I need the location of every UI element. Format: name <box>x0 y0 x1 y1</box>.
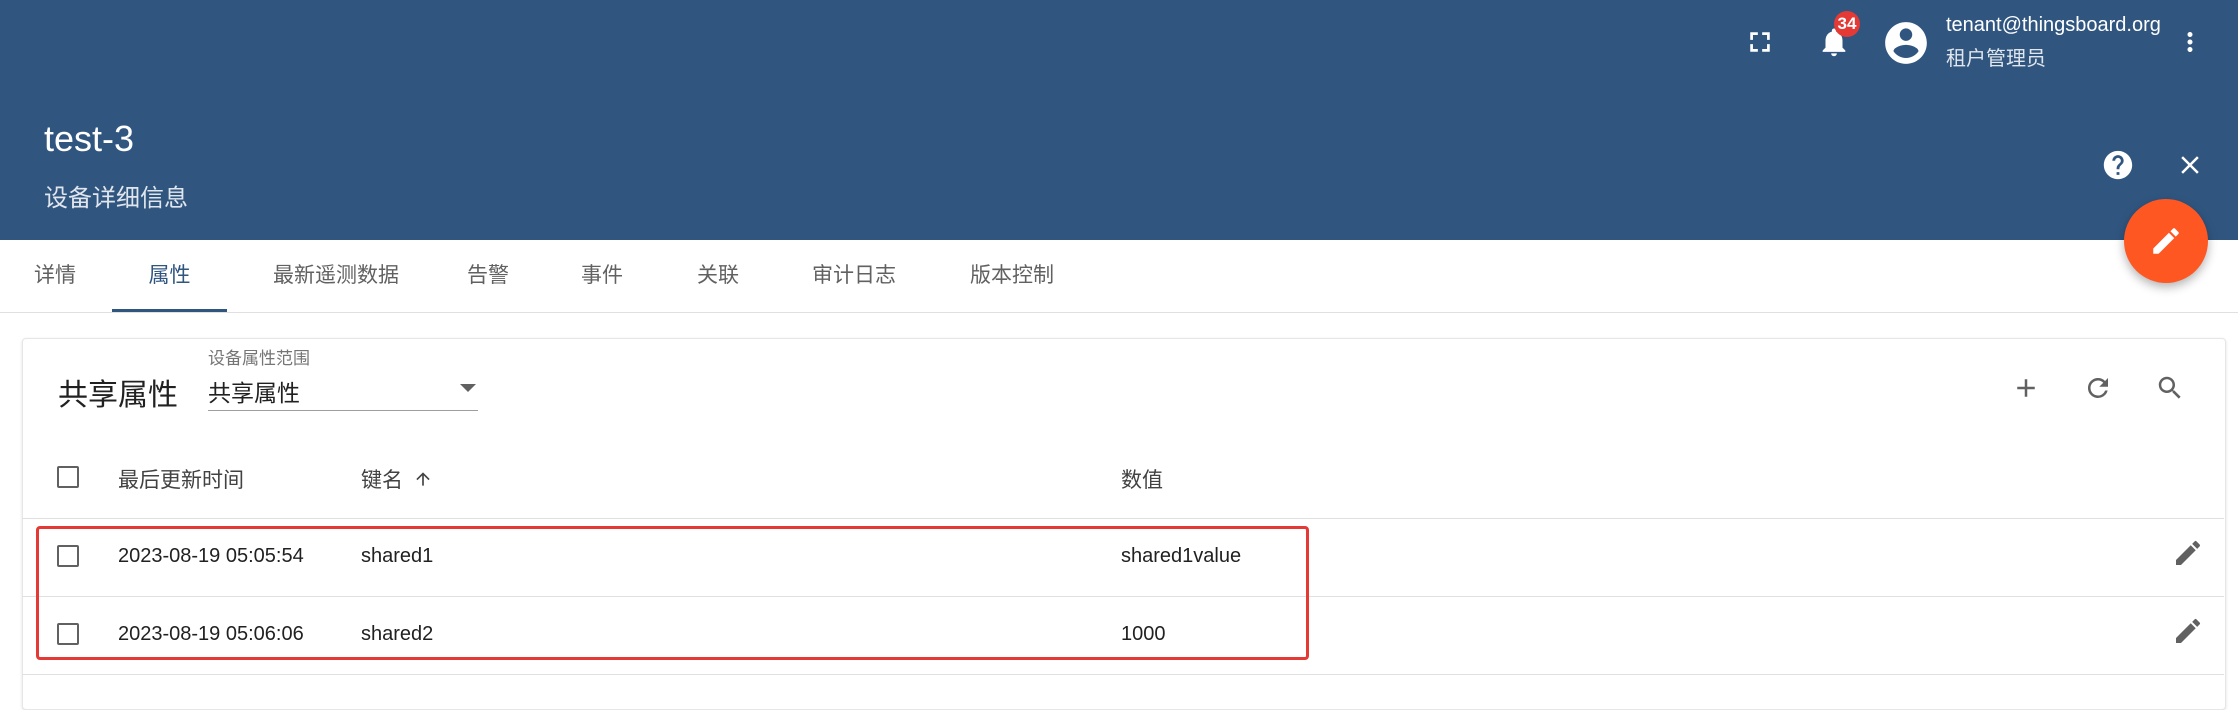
entity-subtitle: 设备详细信息 <box>44 185 188 212</box>
tab-version-control[interactable]: 版本控制 <box>950 240 1074 312</box>
app-header: 34 tenant@thingsboard.org 租户管理员 test-3 设… <box>0 0 2238 240</box>
tab-details[interactable]: 详情 <box>0 240 110 312</box>
tab-relations[interactable]: 关联 <box>676 240 760 312</box>
column-header-key-label: 键名 <box>361 469 403 492</box>
tab-attributes[interactable]: 属性 <box>112 240 227 312</box>
edit-row-icon[interactable] <box>2168 611 2208 651</box>
column-header-key[interactable]: 键名 <box>361 464 433 494</box>
select-all-checkbox[interactable] <box>57 466 79 488</box>
header-divider <box>22 518 2224 519</box>
scope-select[interactable]: 共享属性 <box>208 366 478 411</box>
tab-events[interactable]: 事件 <box>560 240 644 312</box>
more-vert-icon[interactable] <box>2172 22 2208 62</box>
add-icon[interactable] <box>2004 366 2048 410</box>
edit-row-icon[interactable] <box>2168 533 2208 573</box>
close-icon[interactable] <box>2170 145 2210 185</box>
user-email[interactable]: tenant@thingsboard.org <box>1946 14 2161 37</box>
refresh-icon[interactable] <box>2076 366 2120 410</box>
account-circle-icon[interactable] <box>1881 18 1931 68</box>
tab-audit-logs[interactable]: 审计日志 <box>794 240 914 312</box>
search-icon[interactable] <box>2148 366 2192 410</box>
column-header-value[interactable]: 数值 <box>1121 464 1163 494</box>
notification-badge: 34 <box>1834 11 1860 37</box>
help-icon[interactable] <box>2098 145 2138 185</box>
arrow-upward-icon <box>416 472 430 486</box>
tab-latest-telemetry[interactable]: 最新遥测数据 <box>248 240 424 312</box>
tab-bar: 详情 属性 最新遥测数据 告警 事件 关联 审计日志 版本控制 <box>0 240 2238 313</box>
column-header-last-update[interactable]: 最后更新时间 <box>118 464 244 494</box>
card-title: 共享属性 <box>58 379 178 412</box>
row-divider <box>22 674 2224 675</box>
entity-title: test-3 <box>44 118 135 159</box>
dropdown-arrow-icon <box>460 384 476 392</box>
fullscreen-icon[interactable] <box>1740 22 1780 62</box>
tab-alarms[interactable]: 告警 <box>446 240 530 312</box>
highlight-annotation-box <box>36 526 1309 660</box>
scope-value: 共享属性 <box>208 380 300 406</box>
user-role: 租户管理员 <box>1946 48 2046 70</box>
